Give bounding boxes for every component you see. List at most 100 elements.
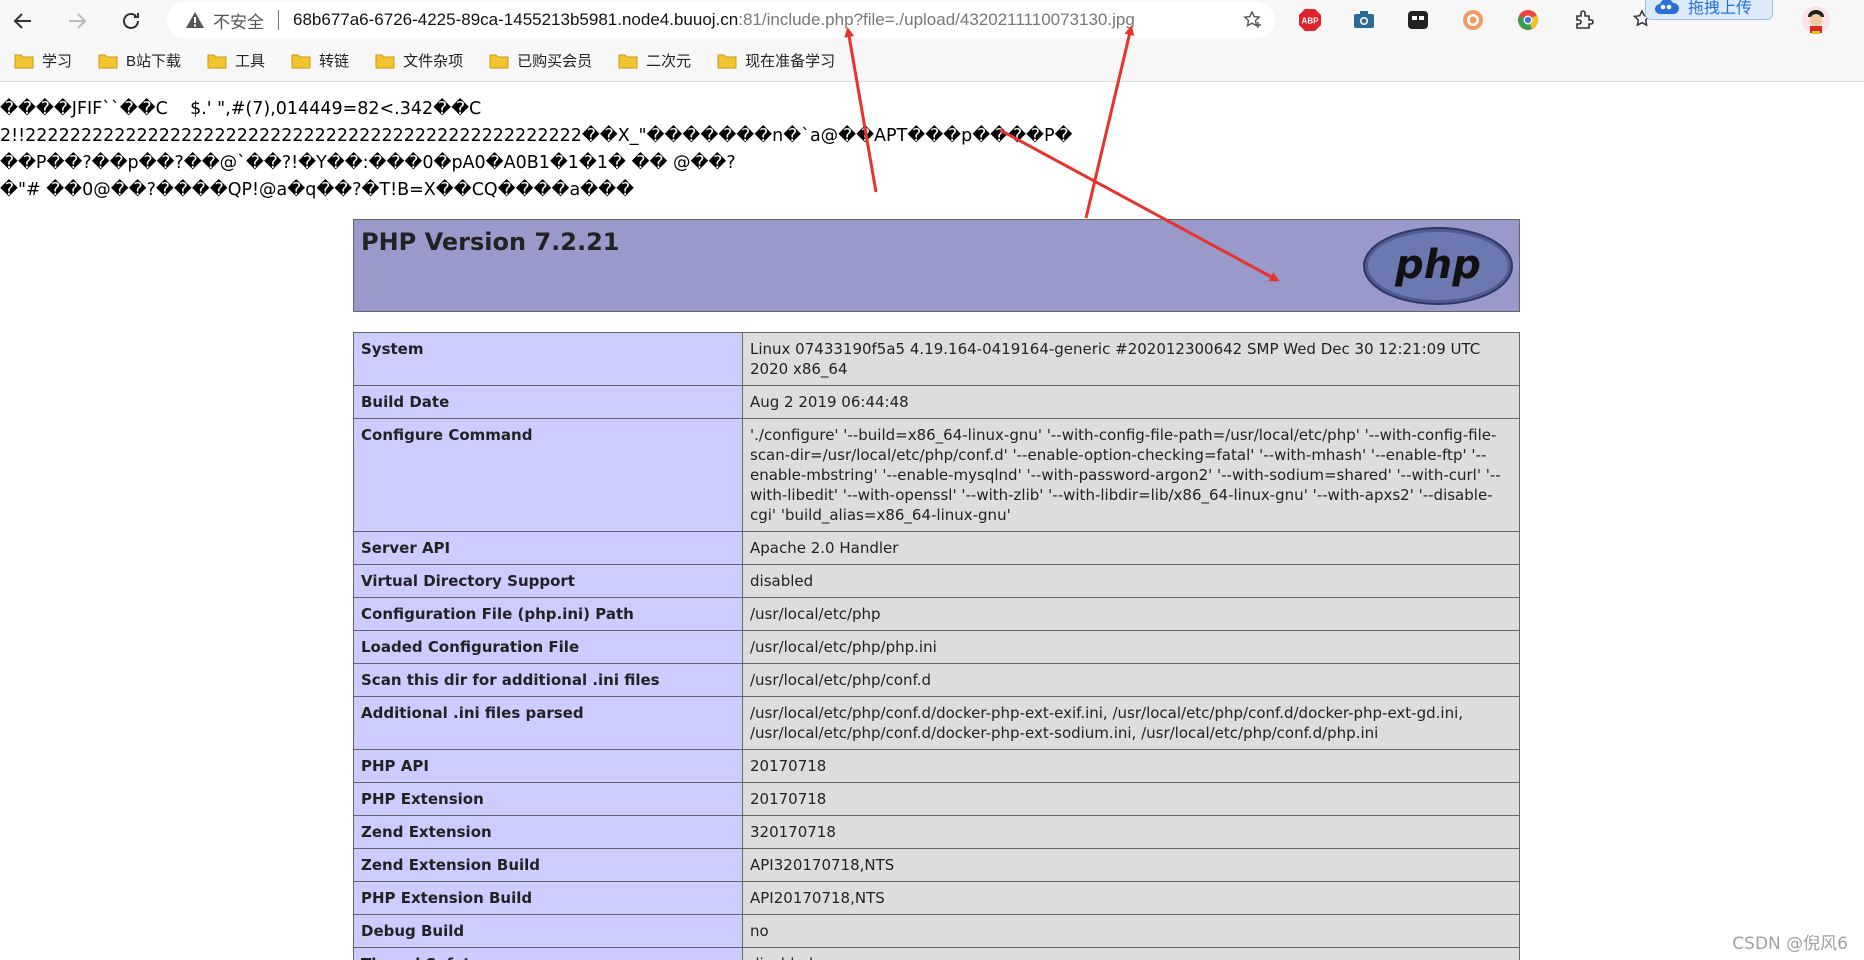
phpinfo-row: Zend Extension Build API320170718,NTS: [354, 849, 1520, 882]
phpinfo-row: PHP Extension 20170718: [354, 783, 1520, 816]
svg-text:ABP: ABP: [1302, 17, 1320, 26]
folder-icon: [375, 53, 395, 69]
phpinfo-key: PHP Extension Build: [354, 882, 743, 915]
phpinfo-row: PHP Extension Build API20170718,NTS: [354, 882, 1520, 915]
address-bar[interactable]: 不安全 68b677a6-6726-4225-89ca-1455213b5981…: [167, 2, 1275, 38]
bookmark-folder[interactable]: 工具: [199, 46, 273, 76]
phpinfo-value: /usr/local/etc/php/conf.d: [743, 664, 1520, 697]
phpinfo-value: API320170718,NTS: [743, 849, 1520, 882]
phpinfo-value: 20170718: [743, 750, 1520, 783]
upload-chip[interactable]: 拖拽上传: [1645, 0, 1773, 20]
security-status[interactable]: 不安全: [213, 8, 264, 33]
bookmark-label: 二次元: [646, 50, 691, 71]
folder-icon: [14, 53, 34, 69]
phpinfo-value: Aug 2 2019 06:44:48: [743, 386, 1520, 419]
url-text[interactable]: 68b677a6-6726-4225-89ca-1455213b5981.nod…: [293, 10, 1135, 30]
forward-icon[interactable]: [60, 4, 94, 38]
favorite-icon[interactable]: [1243, 10, 1263, 30]
bookmark-folder[interactable]: 转链: [283, 46, 357, 76]
folder-icon: [98, 53, 118, 69]
phpinfo-value: './configure' '--build=x86_64-linux-gnu'…: [743, 419, 1520, 532]
phpinfo-key: Configuration File (php.ini) Path: [354, 598, 743, 631]
phpinfo-key: Loaded Configuration File: [354, 631, 743, 664]
abp-icon[interactable]: ABP: [1298, 8, 1322, 32]
bookmark-folder[interactable]: B站下载: [90, 46, 189, 76]
divider: [278, 10, 279, 30]
upload-chip-label: 拖拽上传: [1688, 0, 1752, 18]
phpinfo-header: PHP Version 7.2.21 php: [353, 219, 1520, 312]
phpinfo-key: Virtual Directory Support: [354, 565, 743, 598]
bookmark-folder[interactable]: 文件杂项: [367, 46, 471, 76]
phpinfo-value: no: [743, 915, 1520, 948]
extension-icon[interactable]: [1406, 8, 1430, 32]
phpinfo-row: Debug Build no: [354, 915, 1520, 948]
phpinfo-row: Additional .ini files parsed/usr/local/e…: [354, 697, 1520, 750]
phpinfo-key: Zend Extension Build: [354, 849, 743, 882]
phpinfo-value: 20170718: [743, 783, 1520, 816]
bookmark-label: 学习: [42, 50, 72, 71]
bookmark-label: B站下载: [126, 50, 181, 71]
phpinfo-key: Zend Extension: [354, 816, 743, 849]
bookmark-label: 转链: [319, 50, 349, 71]
bookmark-label: 已购买会员: [517, 50, 592, 71]
folder-icon: [489, 53, 509, 69]
phpinfo-key: Additional .ini files parsed: [354, 697, 743, 750]
extension-icon[interactable]: [1516, 8, 1540, 32]
folder-icon: [207, 53, 227, 69]
phpinfo-row: Virtual Directory Support disabled: [354, 565, 1520, 598]
php-logo[interactable]: php: [1362, 226, 1514, 306]
phpinfo-value: /usr/local/etc/php: [743, 598, 1520, 631]
bookmark-folder[interactable]: 已购买会员: [481, 46, 600, 76]
phpinfo-row: Scan this dir for additional .ini files /…: [354, 664, 1520, 697]
phpinfo-value: 320170718: [743, 816, 1520, 849]
puzzle-icon[interactable]: [1573, 8, 1597, 32]
back-icon[interactable]: [6, 4, 40, 38]
phpinfo-row: PHP API 20170718: [354, 750, 1520, 783]
phpinfo-row: System Linux 07433190f5a5 4.19.164-041916…: [354, 333, 1520, 386]
phpinfo-row: Build Date Aug 2 2019 06:44:48: [354, 386, 1520, 419]
bookmarks-bar: 学习 B站下载 工具 转链 文件杂项 已购买会员 二次元 现在准备学习: [0, 40, 1864, 82]
bookmark-folder[interactable]: 二次元: [610, 46, 699, 76]
phpinfo-row: Configuration File (php.ini) Path/usr/lo…: [354, 598, 1520, 631]
url-host: 68b677a6-6726-4225-89ca-1455213b5981.nod…: [293, 10, 738, 29]
phpinfo-table: System Linux 07433190f5a5 4.19.164-041916…: [353, 332, 1520, 960]
bookmark-folder[interactable]: 现在准备学习: [709, 46, 843, 76]
garbage-line: ����JFIF``��C   …: [0, 96, 1864, 123]
phpinfo-key: Scan this dir for additional .ini files: [354, 664, 743, 697]
phpinfo-row: Configure Command './configure' '--build=…: [354, 419, 1520, 532]
binary-garbage-text: ����JFIF``��C   …: [0, 96, 1864, 204]
cloud-icon: [1654, 0, 1680, 16]
phpinfo-key: Debug Build: [354, 915, 743, 948]
bookmark-label: 工具: [235, 50, 265, 71]
reload-icon[interactable]: [114, 4, 148, 38]
phpinfo-key: Server API: [354, 532, 743, 565]
folder-icon: [618, 53, 638, 69]
phpinfo-value: disabled: [743, 948, 1520, 960]
avatar-icon[interactable]: [1800, 4, 1832, 36]
extension-icon[interactable]: [1461, 8, 1485, 32]
garbage-line: ��P��?��p��?��…: [0, 150, 1864, 177]
phpinfo-row: Server API Apache 2.0 Handler: [354, 532, 1520, 565]
garbage-line: 2!!22222222222222222222222222222222222…: [0, 123, 1864, 150]
warning-icon[interactable]: [185, 10, 205, 30]
phpinfo-key: Build Date: [354, 386, 743, 419]
folder-icon: [291, 53, 311, 69]
browser-toolbar: 不安全 68b677a6-6726-4225-89ca-1455213b5981…: [0, 0, 1864, 40]
phpinfo-value: /usr/local/etc/php/conf.d/docker-php-ext…: [743, 697, 1520, 750]
phpinfo-row: Zend Extension 320170718: [354, 816, 1520, 849]
phpinfo-value: API20170718,NTS: [743, 882, 1520, 915]
phpinfo-row: Thread Safetydisabled: [354, 948, 1520, 960]
camera-icon[interactable]: [1352, 8, 1376, 32]
php-version-title: PHP Version 7.2.21: [361, 228, 619, 256]
csdn-watermark: CSDN @倪风6: [1732, 929, 1848, 954]
phpinfo-key: PHP Extension: [354, 783, 743, 816]
phpinfo-value: Apache 2.0 Handler: [743, 532, 1520, 565]
php-logo-text: php: [1394, 242, 1481, 288]
phpinfo-value: /usr/local/etc/php/php.ini: [743, 631, 1520, 664]
bookmark-folder[interactable]: 学习: [6, 46, 80, 76]
url-path: :81/include.php?file=./upload/4320211110…: [738, 10, 1135, 29]
phpinfo-value: Linux 07433190f5a5 4.19.164-0419164-gene…: [743, 333, 1520, 386]
bookmark-label: 文件杂项: [403, 50, 463, 71]
phpinfo-value: disabled: [743, 565, 1520, 598]
bookmark-label: 现在准备学习: [745, 50, 835, 71]
